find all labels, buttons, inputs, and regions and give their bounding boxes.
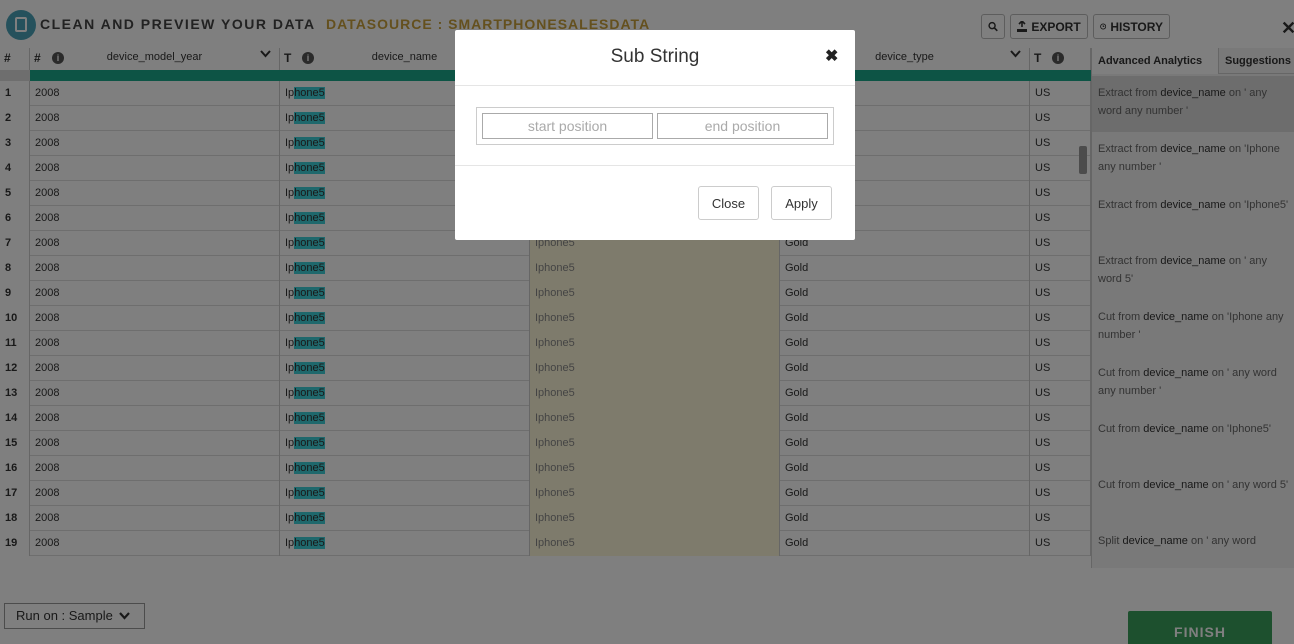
modal-title: Sub String xyxy=(610,46,700,67)
apply-button[interactable]: Apply xyxy=(771,186,832,220)
substring-modal: Sub String ✖ Close Apply xyxy=(455,30,855,240)
modal-body xyxy=(455,86,855,166)
close-button[interactable]: Close xyxy=(698,186,759,220)
close-icon[interactable]: ✖ xyxy=(825,46,838,66)
modal-header: Sub String ✖ xyxy=(455,30,855,86)
end-position-input[interactable] xyxy=(657,113,828,139)
start-position-input[interactable] xyxy=(482,113,653,139)
app-root: CLEAN AND PREVIEW YOUR DATA DATASOURCE :… xyxy=(0,0,1294,644)
position-inputs xyxy=(476,107,834,145)
